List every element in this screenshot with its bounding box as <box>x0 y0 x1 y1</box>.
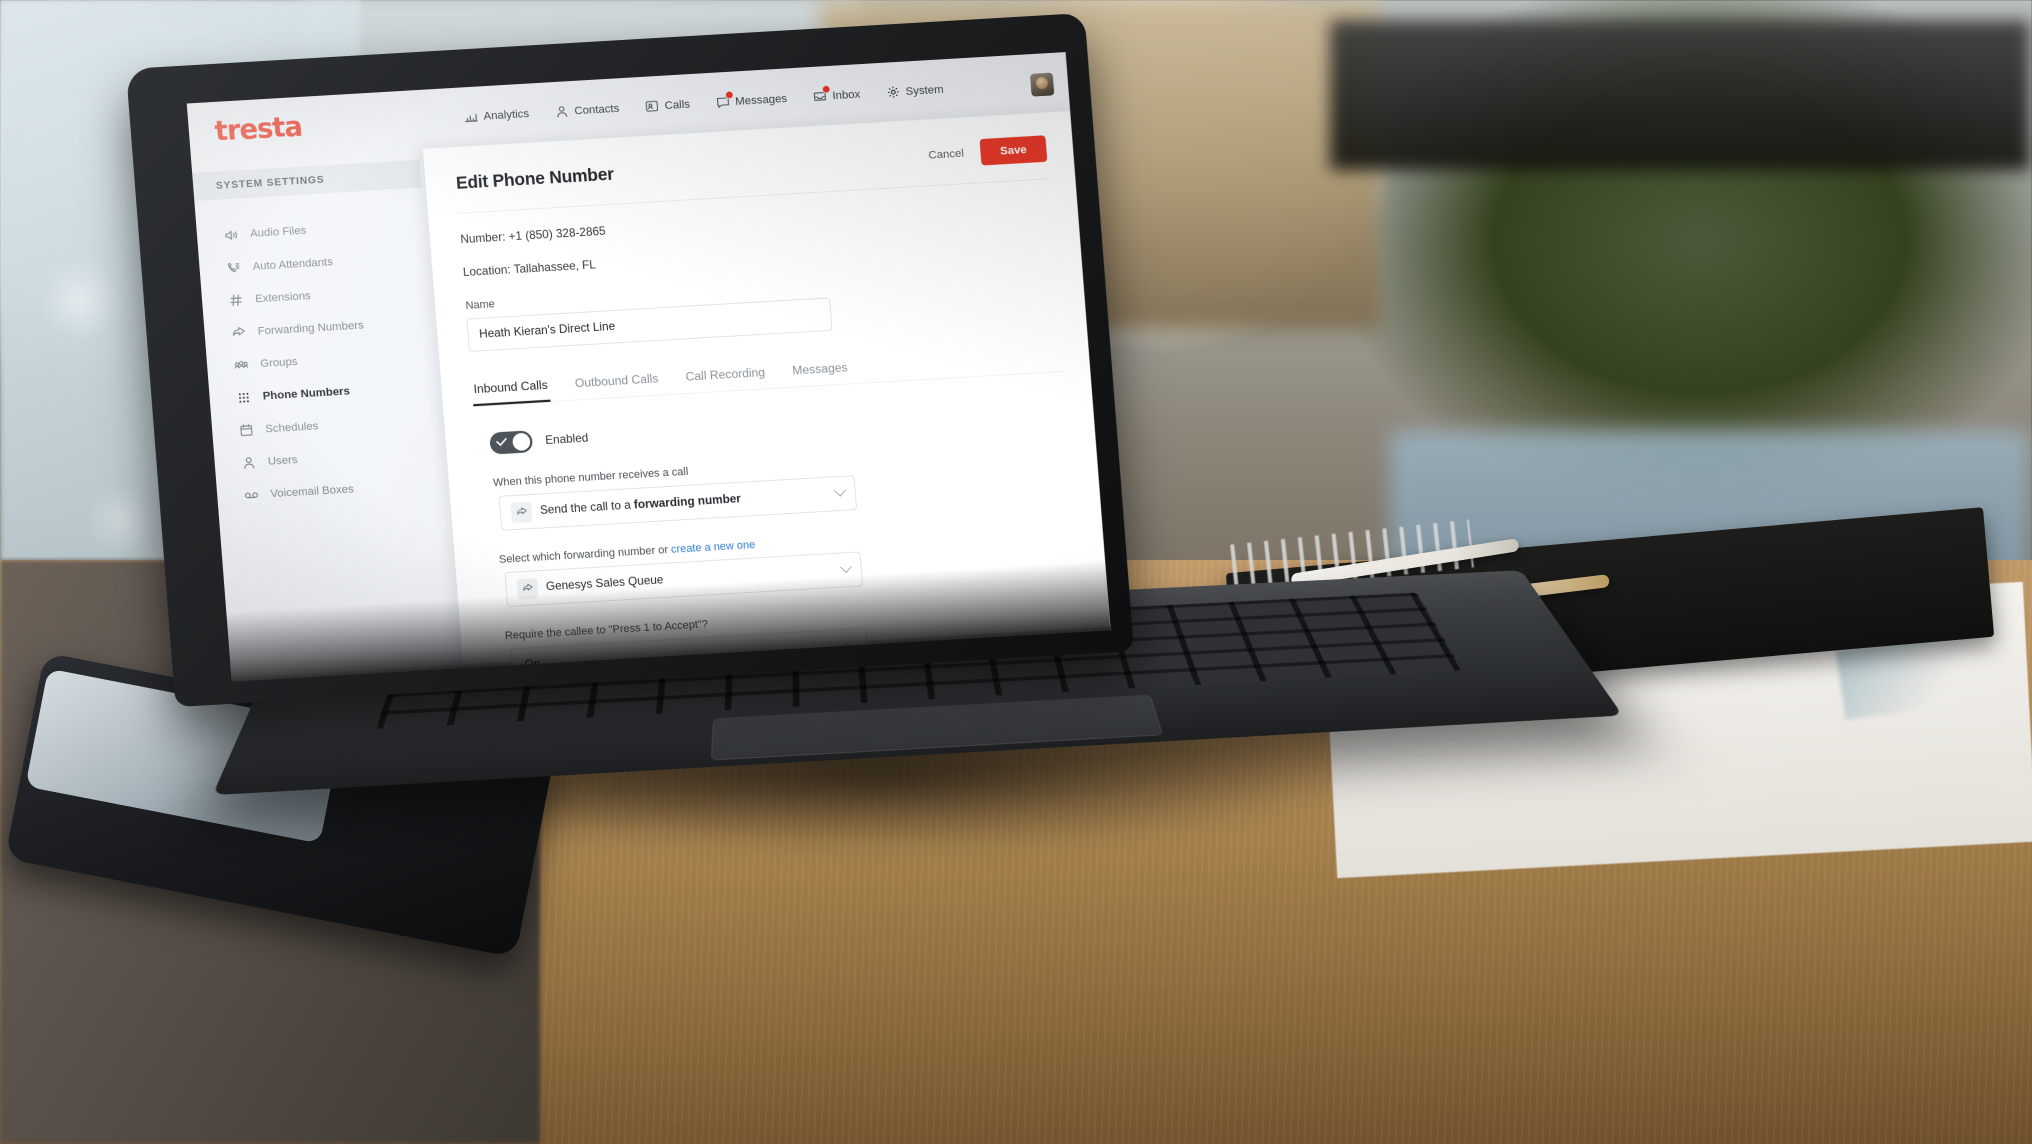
forward-arrow-icon <box>510 501 533 523</box>
edit-phone-number-panel: Edit Phone Number Cancel Save Number: +1… <box>422 110 1111 682</box>
photo-scene: tresta Analytics Contacts Calls Messages… <box>0 0 2032 1144</box>
sidebar-label: Forwarding Numbers <box>257 318 365 338</box>
create-new-forwarding-link[interactable]: create a new one <box>671 539 756 556</box>
nav-item-inbox[interactable]: Inbox <box>812 84 861 104</box>
sidebar-label: Extensions <box>254 289 312 306</box>
save-button[interactable]: Save <box>979 135 1048 166</box>
nav-label-contacts: Contacts <box>573 101 620 117</box>
tab-inbound-calls[interactable]: Inbound Calls <box>472 379 551 405</box>
gear-icon <box>885 84 900 99</box>
user-icon <box>240 454 257 471</box>
tab-bar: Inbound Calls Outbound Calls Call Record… <box>471 349 1064 407</box>
nav-item-calls[interactable]: Calls <box>644 96 690 113</box>
chevron-down-icon <box>839 560 852 573</box>
laptop-lid: tresta Analytics Contacts Calls Messages… <box>125 12 1135 708</box>
panel-header: Edit Phone Number Cancel Save <box>455 135 1048 196</box>
analytics-bars-icon <box>463 109 478 124</box>
check-icon <box>495 434 508 447</box>
cancel-button[interactable]: Cancel <box>928 147 964 162</box>
sidebar-label: Schedules <box>264 419 319 436</box>
people-group-icon <box>232 357 249 374</box>
nav-item-messages[interactable]: Messages <box>715 90 788 110</box>
forwarding-question-prefix: Select which forwarding number or <box>498 543 672 566</box>
chevron-down-icon <box>834 484 846 497</box>
routing-value-bold: forwarding number <box>633 492 742 512</box>
tab-outbound-calls[interactable]: Outbound Calls <box>573 373 661 400</box>
message-icon <box>715 90 734 109</box>
person-icon <box>554 104 569 119</box>
nav-label-system: System <box>905 82 944 98</box>
tresta-logo[interactable]: tresta <box>214 111 304 147</box>
nav-label-calls: Calls <box>664 97 691 112</box>
nav-item-analytics[interactable]: Analytics <box>463 106 529 124</box>
grid-dots-icon <box>235 389 252 406</box>
nav-label-analytics: Analytics <box>483 106 530 123</box>
nav-label-inbox: Inbox <box>831 87 861 102</box>
sidebar: SYSTEM SETTINGS Audio Files Auto Attenda… <box>191 149 459 678</box>
voicemail-icon <box>242 486 259 503</box>
phone-waves-icon <box>225 259 242 276</box>
routing-select-value: Send the call to a forwarding number <box>540 492 742 517</box>
page-title: Edit Phone Number <box>455 163 615 193</box>
avatar[interactable] <box>1029 72 1055 97</box>
sidebar-list: Audio Files Auto Attendants Extensions F… <box>196 207 446 513</box>
sidebar-label: Groups <box>259 355 298 371</box>
chevron-down-icon <box>845 637 858 649</box>
nav-label-messages: Messages <box>734 91 788 108</box>
sidebar-header: SYSTEM SETTINGS <box>192 159 422 202</box>
sidebar-label: Audio Files <box>249 224 307 241</box>
sidebar-label: Phone Numbers <box>262 384 351 403</box>
nav-item-contacts[interactable]: Contacts <box>554 101 620 119</box>
tab-messages[interactable]: Messages <box>790 362 850 387</box>
sidebar-label: Users <box>267 453 298 468</box>
routing-value-prefix: Send the call to a <box>539 498 635 518</box>
sidebar-label: Auto Attendants <box>252 255 334 273</box>
enabled-toggle[interactable] <box>489 430 534 455</box>
panel-actions: Cancel Save <box>927 135 1048 168</box>
call-card-icon <box>644 98 659 113</box>
speaker-icon <box>222 227 239 244</box>
calendar-icon <box>237 422 254 439</box>
app-body: SYSTEM SETTINGS Audio Files Auto Attenda… <box>191 110 1111 682</box>
top-navigation: Analytics Contacts Calls Messages Inbox … <box>463 82 944 124</box>
forwarding-select-value: Genesys Sales Queue <box>545 573 664 594</box>
messages-badge <box>724 90 734 99</box>
press-one-select-value: On <box>524 657 541 672</box>
forward-arrow-icon <box>230 324 247 341</box>
tab-call-recording[interactable]: Call Recording <box>684 366 768 393</box>
app-window: tresta Analytics Contacts Calls Messages… <box>186 52 1111 682</box>
inbox-icon <box>812 84 831 103</box>
inbox-badge <box>821 84 831 94</box>
nav-item-system[interactable]: System <box>885 82 944 100</box>
hash-icon <box>227 292 244 309</box>
laptop-screen: tresta Analytics Contacts Calls Messages… <box>186 52 1111 682</box>
enabled-toggle-row: Enabled <box>476 399 1068 455</box>
sidebar-label: Voicemail Boxes <box>269 482 355 501</box>
enabled-label: Enabled <box>544 431 589 447</box>
forward-arrow-icon <box>516 577 539 600</box>
toggle-knob <box>512 432 531 452</box>
